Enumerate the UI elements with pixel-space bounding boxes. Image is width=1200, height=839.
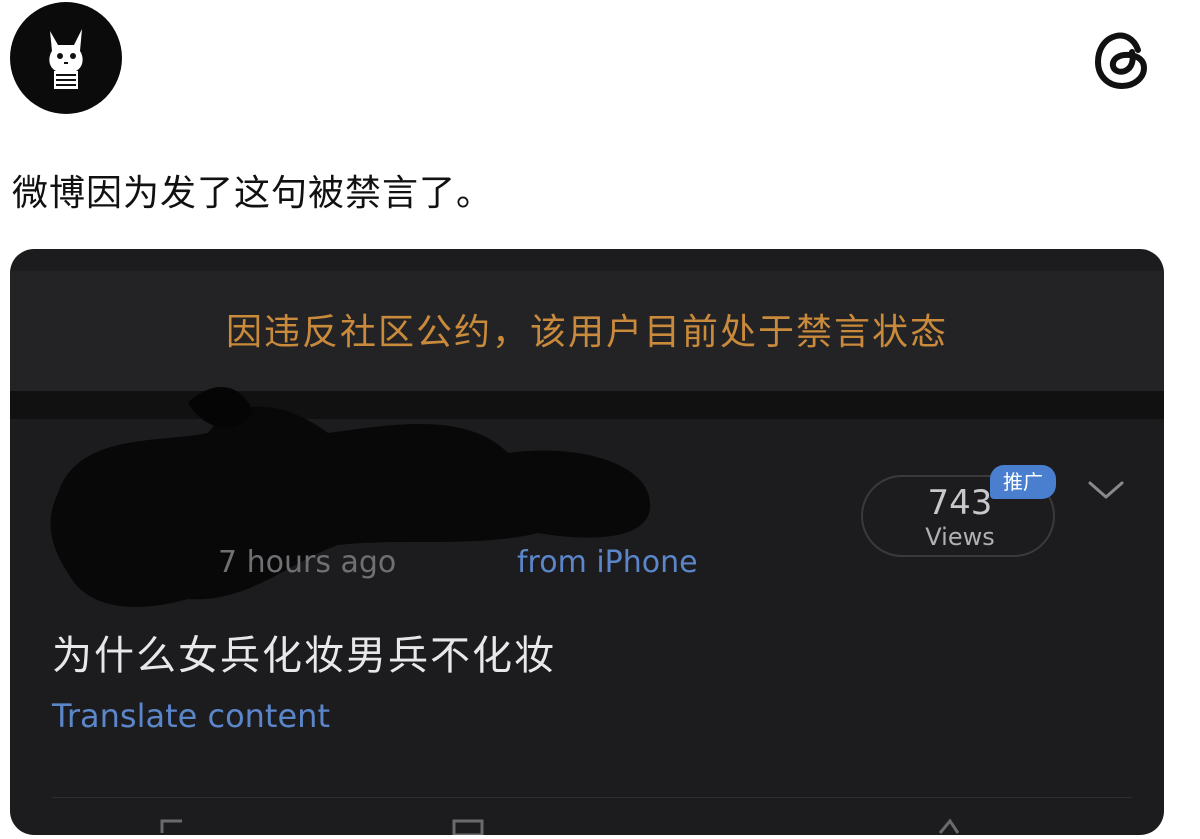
action-bar [160, 818, 960, 835]
cartoon-cat-avatar-icon [49, 29, 83, 89]
ban-notice-text: 因违反社区公约，该用户目前处于禁言状态 [225, 312, 948, 353]
divider [52, 797, 1132, 798]
repost-icon[interactable] [160, 819, 182, 833]
threads-logo-icon[interactable] [1088, 24, 1160, 96]
post-source: from iPhone [517, 545, 698, 580]
embedded-weibo-screenshot: 因违反社区公约，该用户目前处于禁言状态 743 Views 推广 7 hours… [10, 249, 1164, 835]
translate-link[interactable]: Translate content [52, 697, 330, 735]
post-text: 微博因为发了这句被禁言了。 [12, 173, 494, 214]
threads-post: 微博因为发了这句被禁言了。 因违反社区公约，该用户目前处于禁言状态 743 Vi… [0, 0, 1200, 839]
avatar[interactable] [10, 2, 122, 114]
comment-icon[interactable] [452, 819, 484, 835]
like-icon[interactable] [938, 818, 960, 834]
chevron-down-icon[interactable] [1084, 475, 1128, 505]
views-label: Views [925, 523, 995, 551]
promote-badge[interactable]: 推广 [990, 465, 1056, 499]
post-time: 7 hours ago [218, 545, 397, 580]
weibo-post-content: 为什么女兵化妆男兵不化妆 [52, 633, 556, 679]
redaction-scribble [50, 386, 651, 607]
